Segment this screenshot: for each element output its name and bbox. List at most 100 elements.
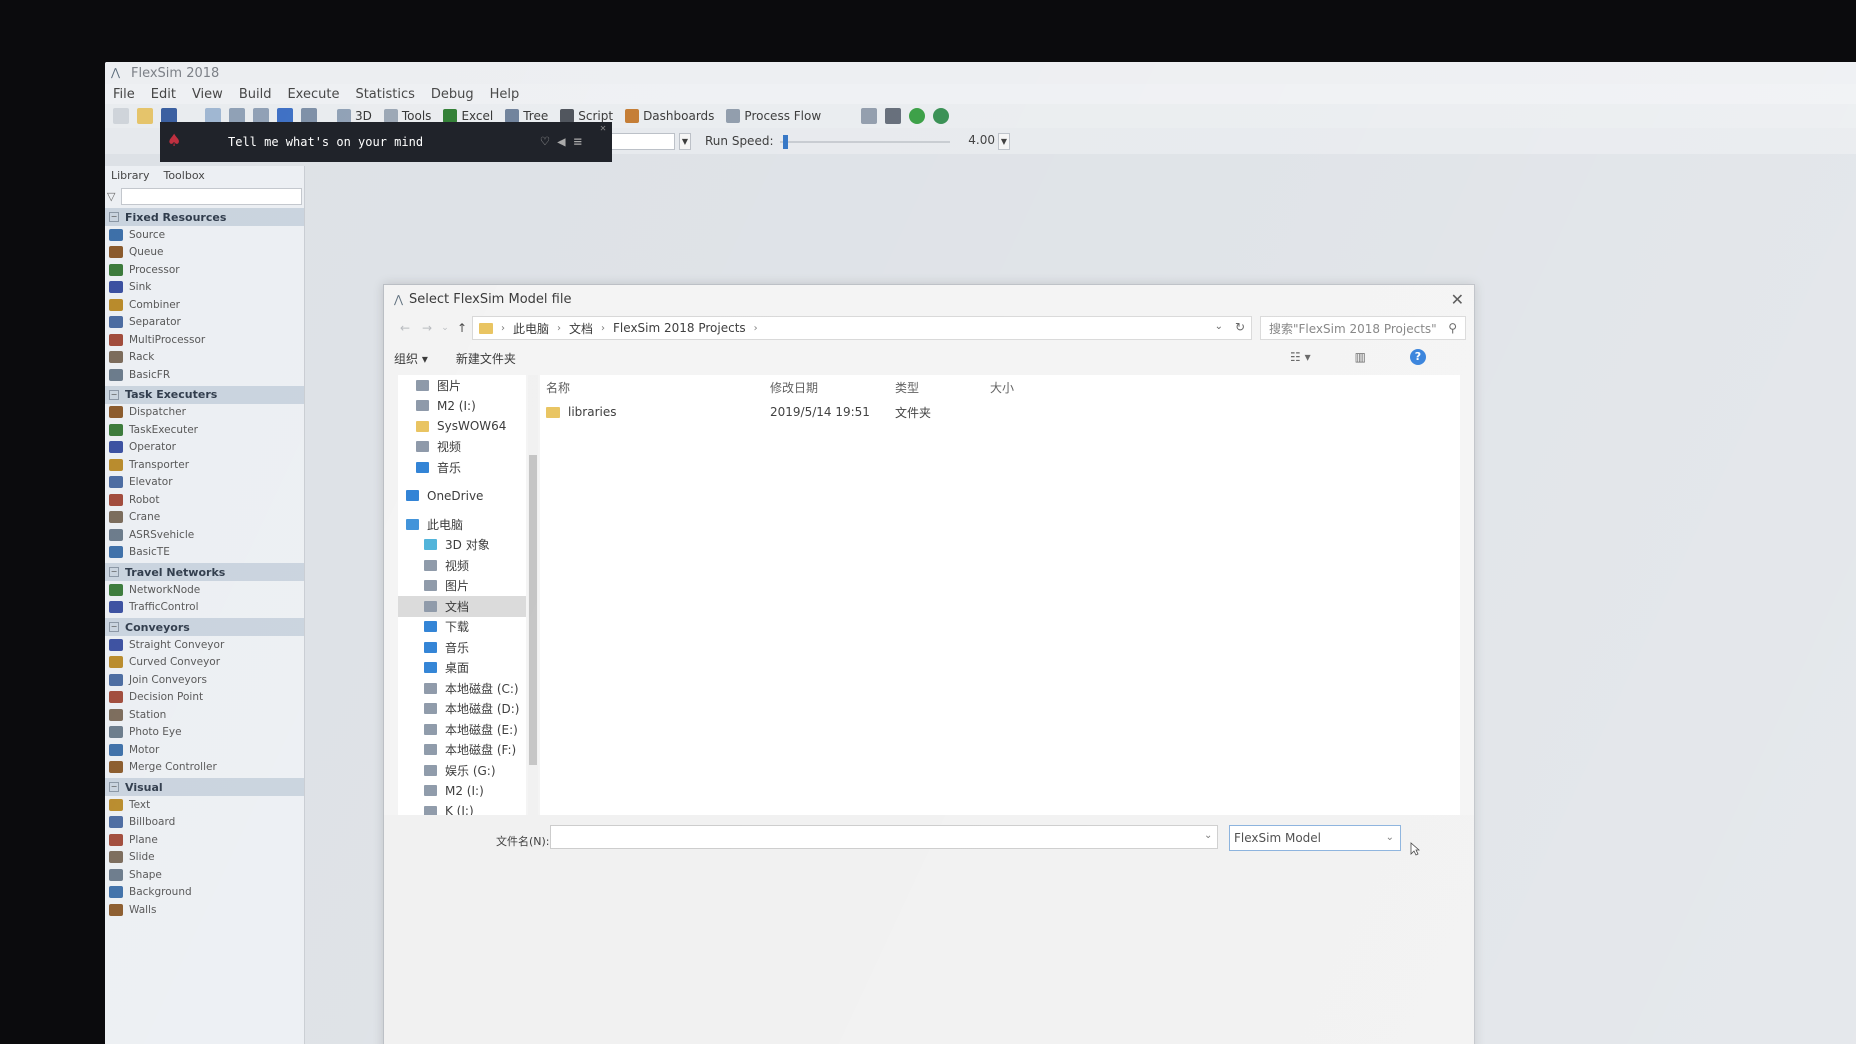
menu-file[interactable]: File: [113, 87, 135, 102]
menu-debug[interactable]: Debug: [431, 87, 474, 102]
library-item[interactable]: Transporter: [105, 456, 304, 474]
tab-toolbox[interactable]: Toolbox: [163, 169, 204, 182]
file-type-select[interactable]: FlexSim Model ⌄: [1229, 825, 1401, 851]
chevron-down-icon[interactable]: ⌄: [1215, 321, 1223, 332]
forward-arrow-icon[interactable]: →: [416, 321, 438, 335]
column-modified[interactable]: 修改日期: [770, 379, 895, 396]
library-item[interactable]: Queue: [105, 244, 304, 262]
nav-item[interactable]: M2 (I:): [398, 396, 526, 417]
nav-item[interactable]: 3D 对象: [398, 535, 526, 556]
library-item[interactable]: ASRSvehicle: [105, 526, 304, 544]
library-item[interactable]: TaskExecuter: [105, 421, 304, 439]
nav-item[interactable]: 视频: [398, 437, 526, 458]
breadcrumb-item[interactable]: 文档: [569, 320, 593, 337]
breadcrumb-item[interactable]: FlexSim 2018 Projects: [613, 321, 746, 335]
library-item[interactable]: Background: [105, 884, 304, 902]
tree-view-icon[interactable]: [861, 108, 878, 124]
library-item[interactable]: Combiner: [105, 296, 304, 314]
menu-help[interactable]: Help: [490, 87, 520, 102]
navigation-scrollbar[interactable]: [528, 375, 538, 815]
collapse-icon[interactable]: −: [109, 782, 119, 792]
tools-button[interactable]: Tools: [383, 109, 431, 123]
nav-item[interactable]: 本地磁盘 (F:): [398, 740, 526, 761]
library-item[interactable]: Decision Point: [105, 689, 304, 707]
library-item[interactable]: Elevator: [105, 474, 304, 492]
menu-view[interactable]: View: [192, 87, 223, 102]
run-time-dropdown[interactable]: ▼: [679, 133, 691, 150]
library-item[interactable]: Walls: [105, 901, 304, 919]
filename-input[interactable]: [550, 825, 1218, 849]
breadcrumb[interactable]: › 此电脑 › 文档 › FlexSim 2018 Projects › ⌄ ↻: [472, 316, 1252, 340]
collapse-icon[interactable]: −: [109, 567, 119, 577]
help-icon[interactable]: ?: [1410, 349, 1426, 365]
library-item[interactable]: Photo Eye: [105, 724, 304, 742]
close-icon[interactable]: ✕: [1451, 290, 1464, 309]
nav-item[interactable]: 娱乐 (G:): [398, 760, 526, 781]
column-size[interactable]: 大小: [990, 379, 1090, 396]
preview-pane-icon[interactable]: ▥: [1355, 350, 1366, 364]
menu-execute[interactable]: Execute: [287, 87, 339, 102]
close-icon[interactable]: ✕: [600, 123, 606, 134]
library-section-header[interactable]: − Conveyors: [105, 618, 304, 636]
collapse-icon[interactable]: −: [109, 622, 119, 632]
library-item[interactable]: Crane: [105, 509, 304, 527]
tree-button[interactable]: Tree: [505, 109, 548, 123]
collapse-icon[interactable]: −: [109, 389, 119, 400]
back-arrow-icon[interactable]: ←: [394, 321, 416, 335]
library-item[interactable]: Processor: [105, 261, 304, 279]
tab-library[interactable]: Library: [111, 169, 149, 182]
library-item[interactable]: BasicFR: [105, 366, 304, 384]
menu-icon[interactable]: ≡: [574, 134, 590, 150]
nav-item[interactable]: 文档: [398, 596, 526, 617]
library-item[interactable]: Sink: [105, 279, 304, 297]
library-item[interactable]: Operator: [105, 439, 304, 457]
run-speed-slider[interactable]: [780, 141, 950, 143]
library-item[interactable]: Curved Conveyor: [105, 654, 304, 672]
scrollbar-thumb[interactable]: [529, 455, 537, 765]
run-speed-dropdown[interactable]: ▼: [998, 133, 1010, 150]
library-item[interactable]: Text: [105, 796, 304, 814]
nav-item[interactable]: OneDrive: [398, 486, 526, 507]
library-item[interactable]: NetworkNode: [105, 581, 304, 599]
nav-item[interactable]: 音乐: [398, 637, 526, 658]
new-file-icon[interactable]: [113, 108, 129, 124]
library-item[interactable]: Slide: [105, 849, 304, 867]
help-icon[interactable]: [909, 108, 926, 124]
library-section-header[interactable]: − Visual: [105, 778, 304, 796]
library-item[interactable]: Separator: [105, 314, 304, 332]
heart-icon[interactable]: ♡: [541, 134, 557, 150]
nav-item[interactable]: 视频: [398, 555, 526, 576]
nav-item[interactable]: M2 (I:): [398, 781, 526, 802]
library-section-header[interactable]: − Fixed Resources: [105, 208, 304, 226]
library-item[interactable]: BasicTE: [105, 544, 304, 562]
library-item[interactable]: Dispatcher: [105, 404, 304, 422]
library-item[interactable]: MultiProcessor: [105, 331, 304, 349]
library-item[interactable]: Billboard: [105, 814, 304, 832]
nav-item[interactable]: 本地磁盘 (E:): [398, 719, 526, 740]
library-item[interactable]: Source: [105, 226, 304, 244]
library-item[interactable]: TrafficControl: [105, 599, 304, 617]
column-name[interactable]: 名称: [540, 379, 770, 396]
nav-item[interactable]: 图片: [398, 576, 526, 597]
recent-dropdown-icon[interactable]: ⌄: [438, 323, 452, 333]
window-icon[interactable]: [885, 108, 902, 124]
script-button[interactable]: Script: [560, 109, 613, 123]
library-item[interactable]: Merge Controller: [105, 759, 304, 777]
refresh-icon[interactable]: ↻: [1235, 320, 1245, 334]
open-folder-icon[interactable]: [137, 108, 153, 124]
collapse-icon[interactable]: −: [109, 212, 119, 222]
search-input[interactable]: 搜索"FlexSim 2018 Projects" ⚲: [1260, 316, 1466, 340]
library-item[interactable]: Station: [105, 706, 304, 724]
nav-item[interactable]: 此电脑: [398, 514, 526, 535]
organize-menu[interactable]: 组织 ▾: [394, 350, 428, 367]
library-item[interactable]: Plane: [105, 831, 304, 849]
excel-button[interactable]: Excel: [443, 109, 493, 123]
nav-item[interactable]: 本地磁盘 (D:): [398, 699, 526, 720]
library-section-header[interactable]: − Task Executers: [105, 385, 304, 404]
nav-item[interactable]: 本地磁盘 (C:): [398, 678, 526, 699]
nav-item[interactable]: 音乐: [398, 457, 526, 478]
process-flow-button[interactable]: Process Flow: [726, 109, 821, 123]
library-item[interactable]: Motor: [105, 741, 304, 759]
nav-item[interactable]: 下载: [398, 617, 526, 638]
chevron-down-icon[interactable]: ⌄: [1204, 830, 1212, 841]
